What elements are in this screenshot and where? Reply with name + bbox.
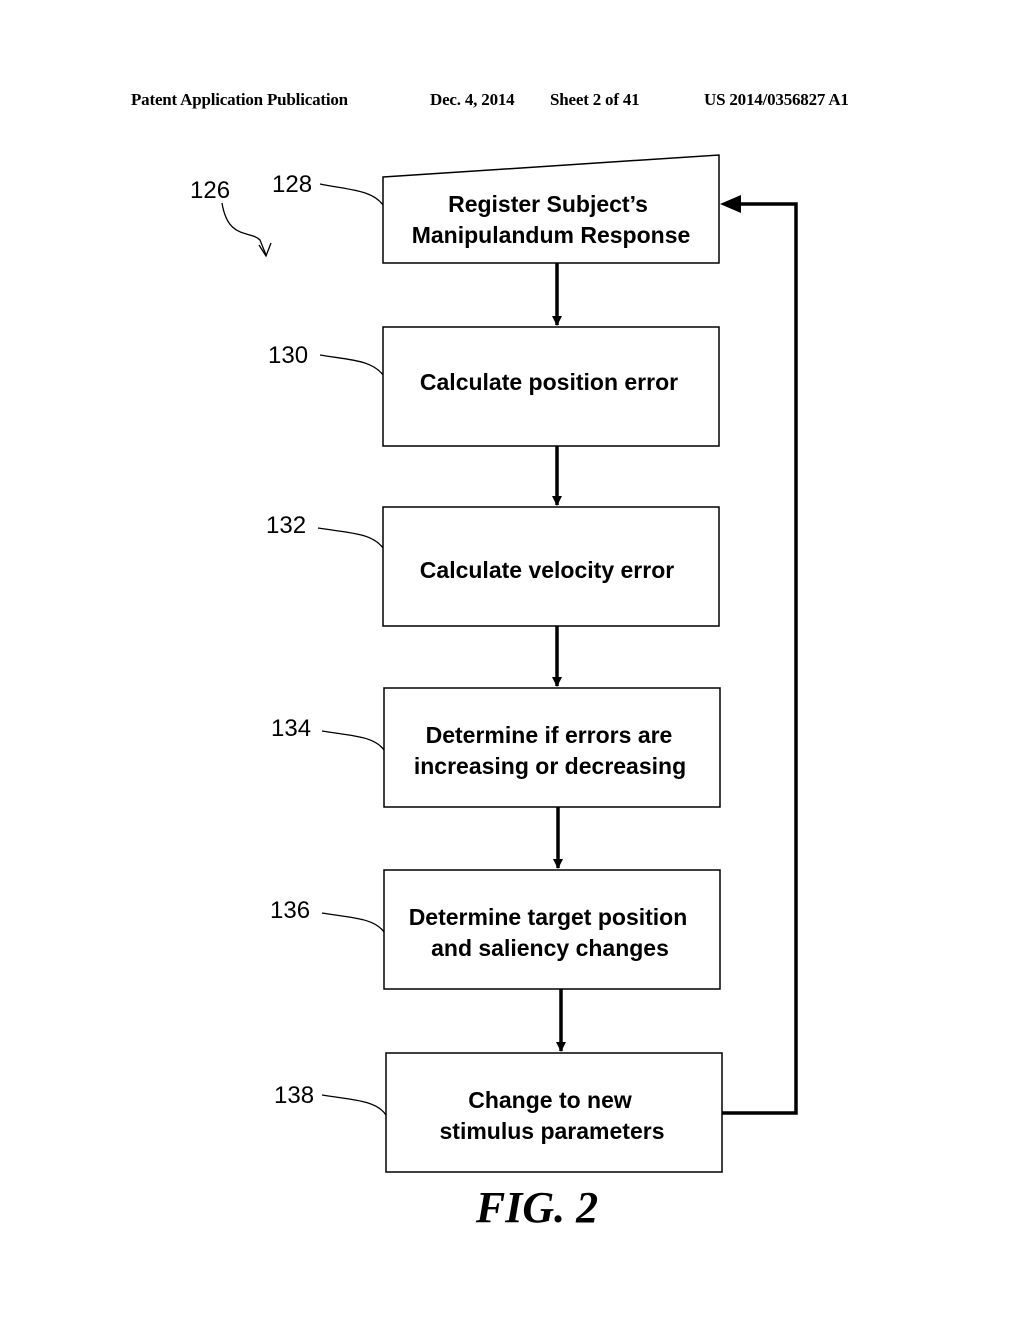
step-136-line2: and saliency changes [431, 935, 669, 961]
step-134-line2: increasing or decreasing [414, 753, 686, 779]
feedback-loop-arrowhead [720, 195, 741, 213]
feedback-loop-line [722, 202, 798, 1115]
ref-138: 138 [274, 1082, 314, 1109]
leader-136 [321, 912, 385, 933]
leader-138 [321, 1094, 387, 1116]
leader-128 [319, 183, 384, 206]
step-132-line1: Calculate velocity error [420, 557, 674, 583]
ref-126-arrow [221, 202, 267, 256]
step-128-line1: Register Subject’s [448, 191, 648, 217]
leader-134 [321, 730, 385, 751]
figure-label: FIG. 2 [475, 1183, 598, 1232]
ref-134: 134 [271, 715, 311, 742]
step-138-line2: stimulus parameters [440, 1118, 665, 1144]
leader-132 [317, 527, 384, 549]
ref-128: 128 [272, 171, 312, 198]
ref-136: 136 [270, 897, 310, 924]
step-134-line1: Determine if errors are [426, 722, 673, 748]
ref-126: 126 [190, 177, 230, 204]
step-130-line1: Calculate position error [420, 369, 678, 395]
leader-130 [319, 354, 384, 376]
ref-132: 132 [266, 512, 306, 539]
flowchart: 126 Register Subject’s Manipulandum Resp… [190, 154, 798, 1232]
step-128-line2: Manipulandum Response [412, 222, 691, 248]
ref-130: 130 [268, 342, 308, 369]
step-136-line1: Determine target position [409, 904, 688, 930]
ref-126-arrowhead [258, 242, 272, 258]
step-138-line1: Change to new [468, 1087, 632, 1113]
